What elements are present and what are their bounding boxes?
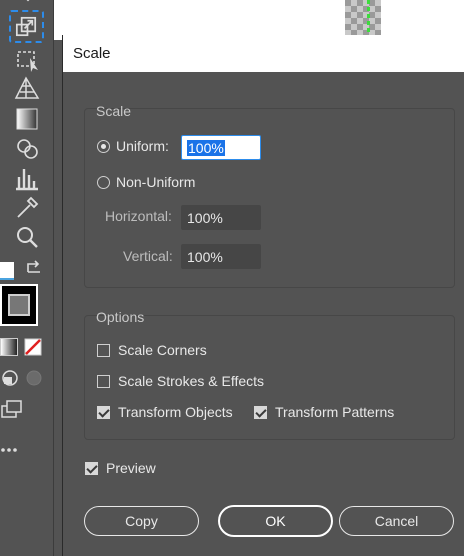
cancel-button[interactable]: Cancel — [339, 506, 454, 536]
scale-corners-checkbox[interactable] — [97, 343, 110, 357]
copy-button[interactable]: Copy — [84, 506, 199, 536]
fill-swatch[interactable] — [0, 262, 14, 280]
more-tools-icon[interactable] — [0, 444, 20, 456]
gradient-swatch[interactable] — [0, 338, 18, 356]
swap-colors-icon[interactable] — [24, 258, 44, 278]
artboard-canvas — [54, 0, 464, 40]
tools-panel — [0, 0, 54, 556]
transform-objects-option[interactable]: Transform Objects — [97, 404, 233, 420]
uniform-radio[interactable] — [97, 139, 110, 153]
dialog-title: Scale — [73, 45, 111, 62]
transform-patterns-option[interactable]: Transform Patterns — [254, 404, 394, 420]
scale-strokes-option[interactable]: Scale Strokes & Effects — [97, 373, 264, 389]
preview-option[interactable]: Preview — [85, 460, 156, 476]
zoom-icon[interactable] — [12, 222, 42, 252]
vertical-label: Vertical: — [123, 248, 173, 264]
free-transform-icon[interactable] — [12, 44, 42, 74]
gradient-icon[interactable] — [12, 104, 42, 134]
horizontal-input[interactable]: 100% — [181, 205, 261, 230]
draw-mode-icon[interactable] — [0, 368, 20, 388]
perspective-grid-icon[interactable] — [12, 74, 42, 104]
horizontal-label: Horizontal: — [105, 208, 172, 224]
uniform-input[interactable]: 100% — [181, 135, 261, 160]
transform-objects-checkbox[interactable] — [97, 405, 110, 419]
arrow-icon[interactable] — [18, 0, 38, 6]
shape-builder-icon[interactable] — [12, 134, 42, 164]
nonuniform-label: Non-Uniform — [116, 174, 196, 190]
options-group-title: Options — [96, 309, 145, 325]
scale-dialog: Scale Scale Uniform: 100% Non-Uniform Ho… — [62, 35, 464, 556]
scale-corners-option[interactable]: Scale Corners — [97, 342, 207, 358]
none-color-icon[interactable] — [24, 338, 42, 356]
graph-icon[interactable] — [12, 163, 42, 193]
scale-strokes-checkbox[interactable] — [97, 374, 110, 388]
uniform-label: Uniform: — [116, 138, 169, 154]
transform-patterns-checkbox[interactable] — [254, 405, 267, 419]
dialog-titlebar[interactable]: Scale — [63, 35, 464, 72]
scale-tool-icon[interactable] — [9, 10, 44, 43]
smart-guide — [367, 0, 370, 40]
uniform-option[interactable]: Uniform: — [97, 138, 169, 154]
screen-mode-icon[interactable] — [0, 398, 24, 420]
eyedropper-icon[interactable] — [12, 193, 42, 223]
scale-group-title: Scale — [96, 103, 132, 119]
nonuniform-radio[interactable] — [97, 175, 110, 189]
ok-button[interactable]: OK — [218, 505, 333, 537]
preview-checkbox[interactable] — [85, 461, 98, 475]
draw-inside-icon[interactable] — [24, 368, 44, 388]
vertical-input[interactable]: 100% — [181, 244, 261, 269]
transparent-object — [345, 0, 381, 40]
stroke-swatch[interactable] — [0, 284, 38, 326]
nonuniform-option[interactable]: Non-Uniform — [97, 174, 195, 190]
